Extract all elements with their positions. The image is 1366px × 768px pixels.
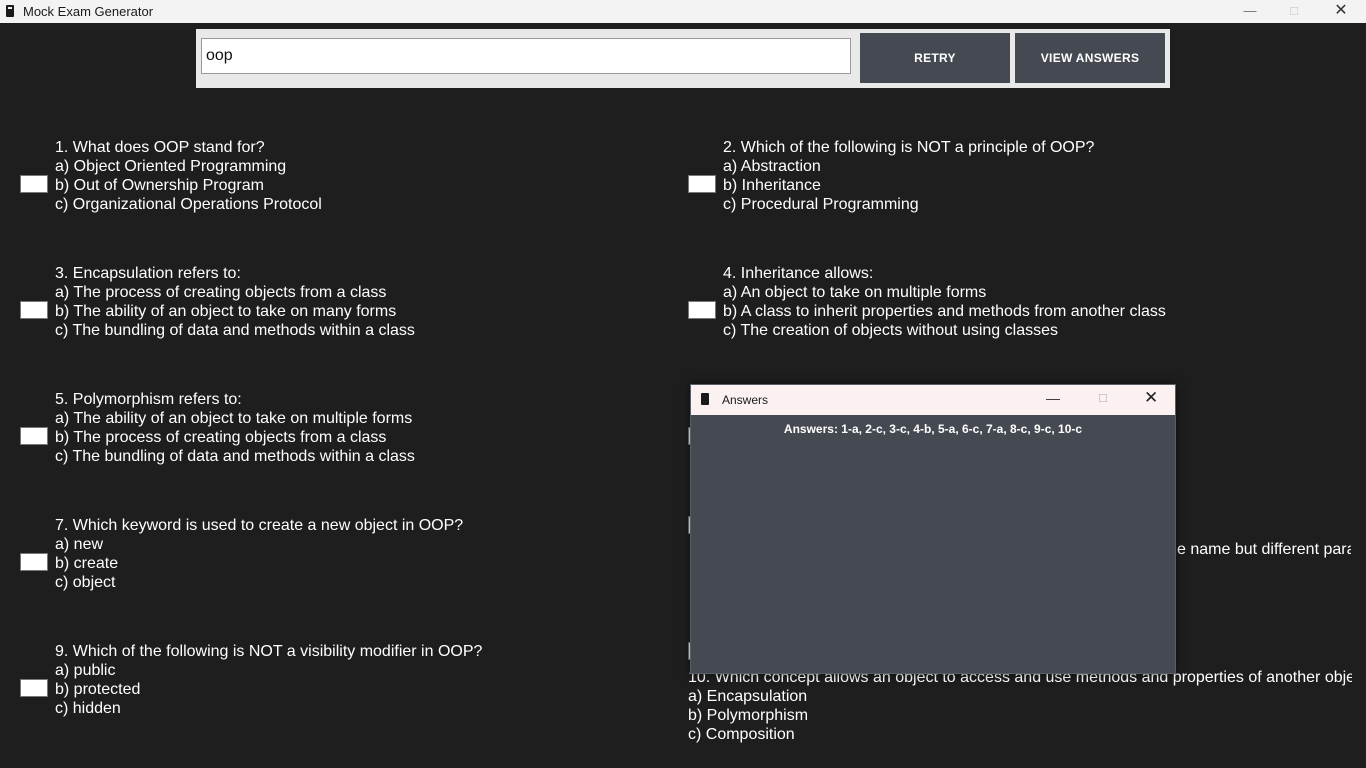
option-c: c) Procedural Programming bbox=[723, 196, 919, 213]
option-c: c) object bbox=[55, 574, 116, 591]
question-9: 9. Which of the following is NOT a visib… bbox=[55, 642, 482, 718]
window-title: Mock Exam Generator bbox=[23, 4, 154, 19]
answer-input-3[interactable] bbox=[20, 301, 48, 319]
answer-input-1[interactable] bbox=[20, 175, 48, 193]
question-text: 7. Which keyword is used to create a new… bbox=[55, 517, 464, 534]
option-a: a) The process of creating objects from … bbox=[55, 284, 387, 301]
option-c: c) The bundling of data and methods with… bbox=[55, 448, 415, 465]
option-b: b) Inheritance bbox=[723, 177, 821, 194]
option-b: b) protected bbox=[55, 681, 141, 698]
dialog-maximize-icon[interactable]: □ bbox=[1099, 390, 1107, 405]
question-text: 5. Polymorphism refers to: bbox=[55, 391, 242, 408]
app-icon bbox=[6, 5, 14, 17]
question-4: 4. Inheritance allows: a) An object to t… bbox=[723, 264, 1166, 340]
view-answers-button[interactable]: VIEW ANSWERS bbox=[1015, 33, 1165, 83]
option-c: c) The creation of objects without using… bbox=[723, 322, 1058, 339]
option-b: b) Polymorphism bbox=[688, 707, 809, 724]
option-a: a) public bbox=[55, 662, 116, 679]
question-7: 7. Which keyword is used to create a new… bbox=[55, 516, 463, 592]
window-titlebar: Mock Exam Generator — □ ✕ bbox=[0, 0, 1366, 23]
option-a: a) The ability of an object to take on m… bbox=[55, 410, 413, 427]
option-a: a) Object Oriented Programming bbox=[55, 158, 287, 175]
answers-dialog: Answers — □ ✕ Answers: 1-a, 2-c, 3-c, 4-… bbox=[690, 384, 1176, 674]
option-a: a) new bbox=[55, 536, 104, 553]
close-icon[interactable]: ✕ bbox=[1318, 0, 1364, 23]
question-text: 9. Which of the following is NOT a visib… bbox=[55, 643, 483, 660]
question-10: 10. Which concept allows an object to ac… bbox=[688, 668, 1352, 744]
dialog-title: Answers bbox=[722, 393, 769, 407]
option-a: a) Encapsulation bbox=[688, 688, 808, 705]
option-c: c) Composition bbox=[688, 726, 795, 743]
answer-input-2[interactable] bbox=[688, 175, 716, 193]
minimize-icon[interactable]: — bbox=[1227, 0, 1273, 23]
topic-input[interactable]: oop bbox=[201, 38, 851, 74]
question-text: 4. Inheritance allows: bbox=[723, 265, 874, 282]
option-b: b) create bbox=[55, 555, 119, 572]
answers-text: Answers: 1-a, 2-c, 3-c, 4-b, 5-a, 6-c, 7… bbox=[783, 422, 1083, 436]
question-text: 1. What does OOP stand for? bbox=[55, 139, 265, 156]
retry-button[interactable]: RETRY bbox=[860, 33, 1010, 83]
option-a: a) Abstraction bbox=[723, 158, 821, 175]
option-c: c) The bundling of data and methods with… bbox=[55, 322, 415, 339]
maximize-icon[interactable]: □ bbox=[1271, 0, 1317, 23]
option-b: b) The ability of an object to take on m… bbox=[55, 303, 397, 320]
question-text: 2. Which of the following is NOT a princ… bbox=[723, 139, 1095, 156]
answer-input-7[interactable] bbox=[20, 553, 48, 571]
dialog-app-icon bbox=[701, 393, 709, 405]
answer-input-9[interactable] bbox=[20, 679, 48, 697]
question-8-partial-text: e name but different paran bbox=[1177, 541, 1351, 558]
option-b: b) Out of Ownership Program bbox=[55, 177, 264, 194]
dialog-titlebar: Answers — □ ✕ bbox=[691, 385, 1175, 415]
toolbar: oop RETRY VIEW ANSWERS bbox=[196, 29, 1170, 88]
question-5: 5. Polymorphism refers to: a) The abilit… bbox=[55, 390, 415, 466]
question-1: 1. What does OOP stand for? a) Object Or… bbox=[55, 138, 322, 214]
question-3: 3. Encapsulation refers to: a) The proce… bbox=[55, 264, 415, 340]
option-a: a) An object to take on multiple forms bbox=[723, 284, 987, 301]
dialog-minimize-icon[interactable]: — bbox=[1046, 390, 1060, 406]
option-b: b) The process of creating objects from … bbox=[55, 429, 387, 446]
answer-input-4[interactable] bbox=[688, 301, 716, 319]
question-2: 2. Which of the following is NOT a princ… bbox=[723, 138, 1094, 214]
question-text: 3. Encapsulation refers to: bbox=[55, 265, 241, 282]
option-c: c) Organizational Operations Protocol bbox=[55, 196, 322, 213]
dialog-close-icon[interactable]: ✕ bbox=[1144, 388, 1158, 408]
option-b: b) A class to inherit properties and met… bbox=[723, 303, 1166, 320]
answer-input-5[interactable] bbox=[20, 427, 48, 445]
option-c: c) hidden bbox=[55, 700, 121, 717]
